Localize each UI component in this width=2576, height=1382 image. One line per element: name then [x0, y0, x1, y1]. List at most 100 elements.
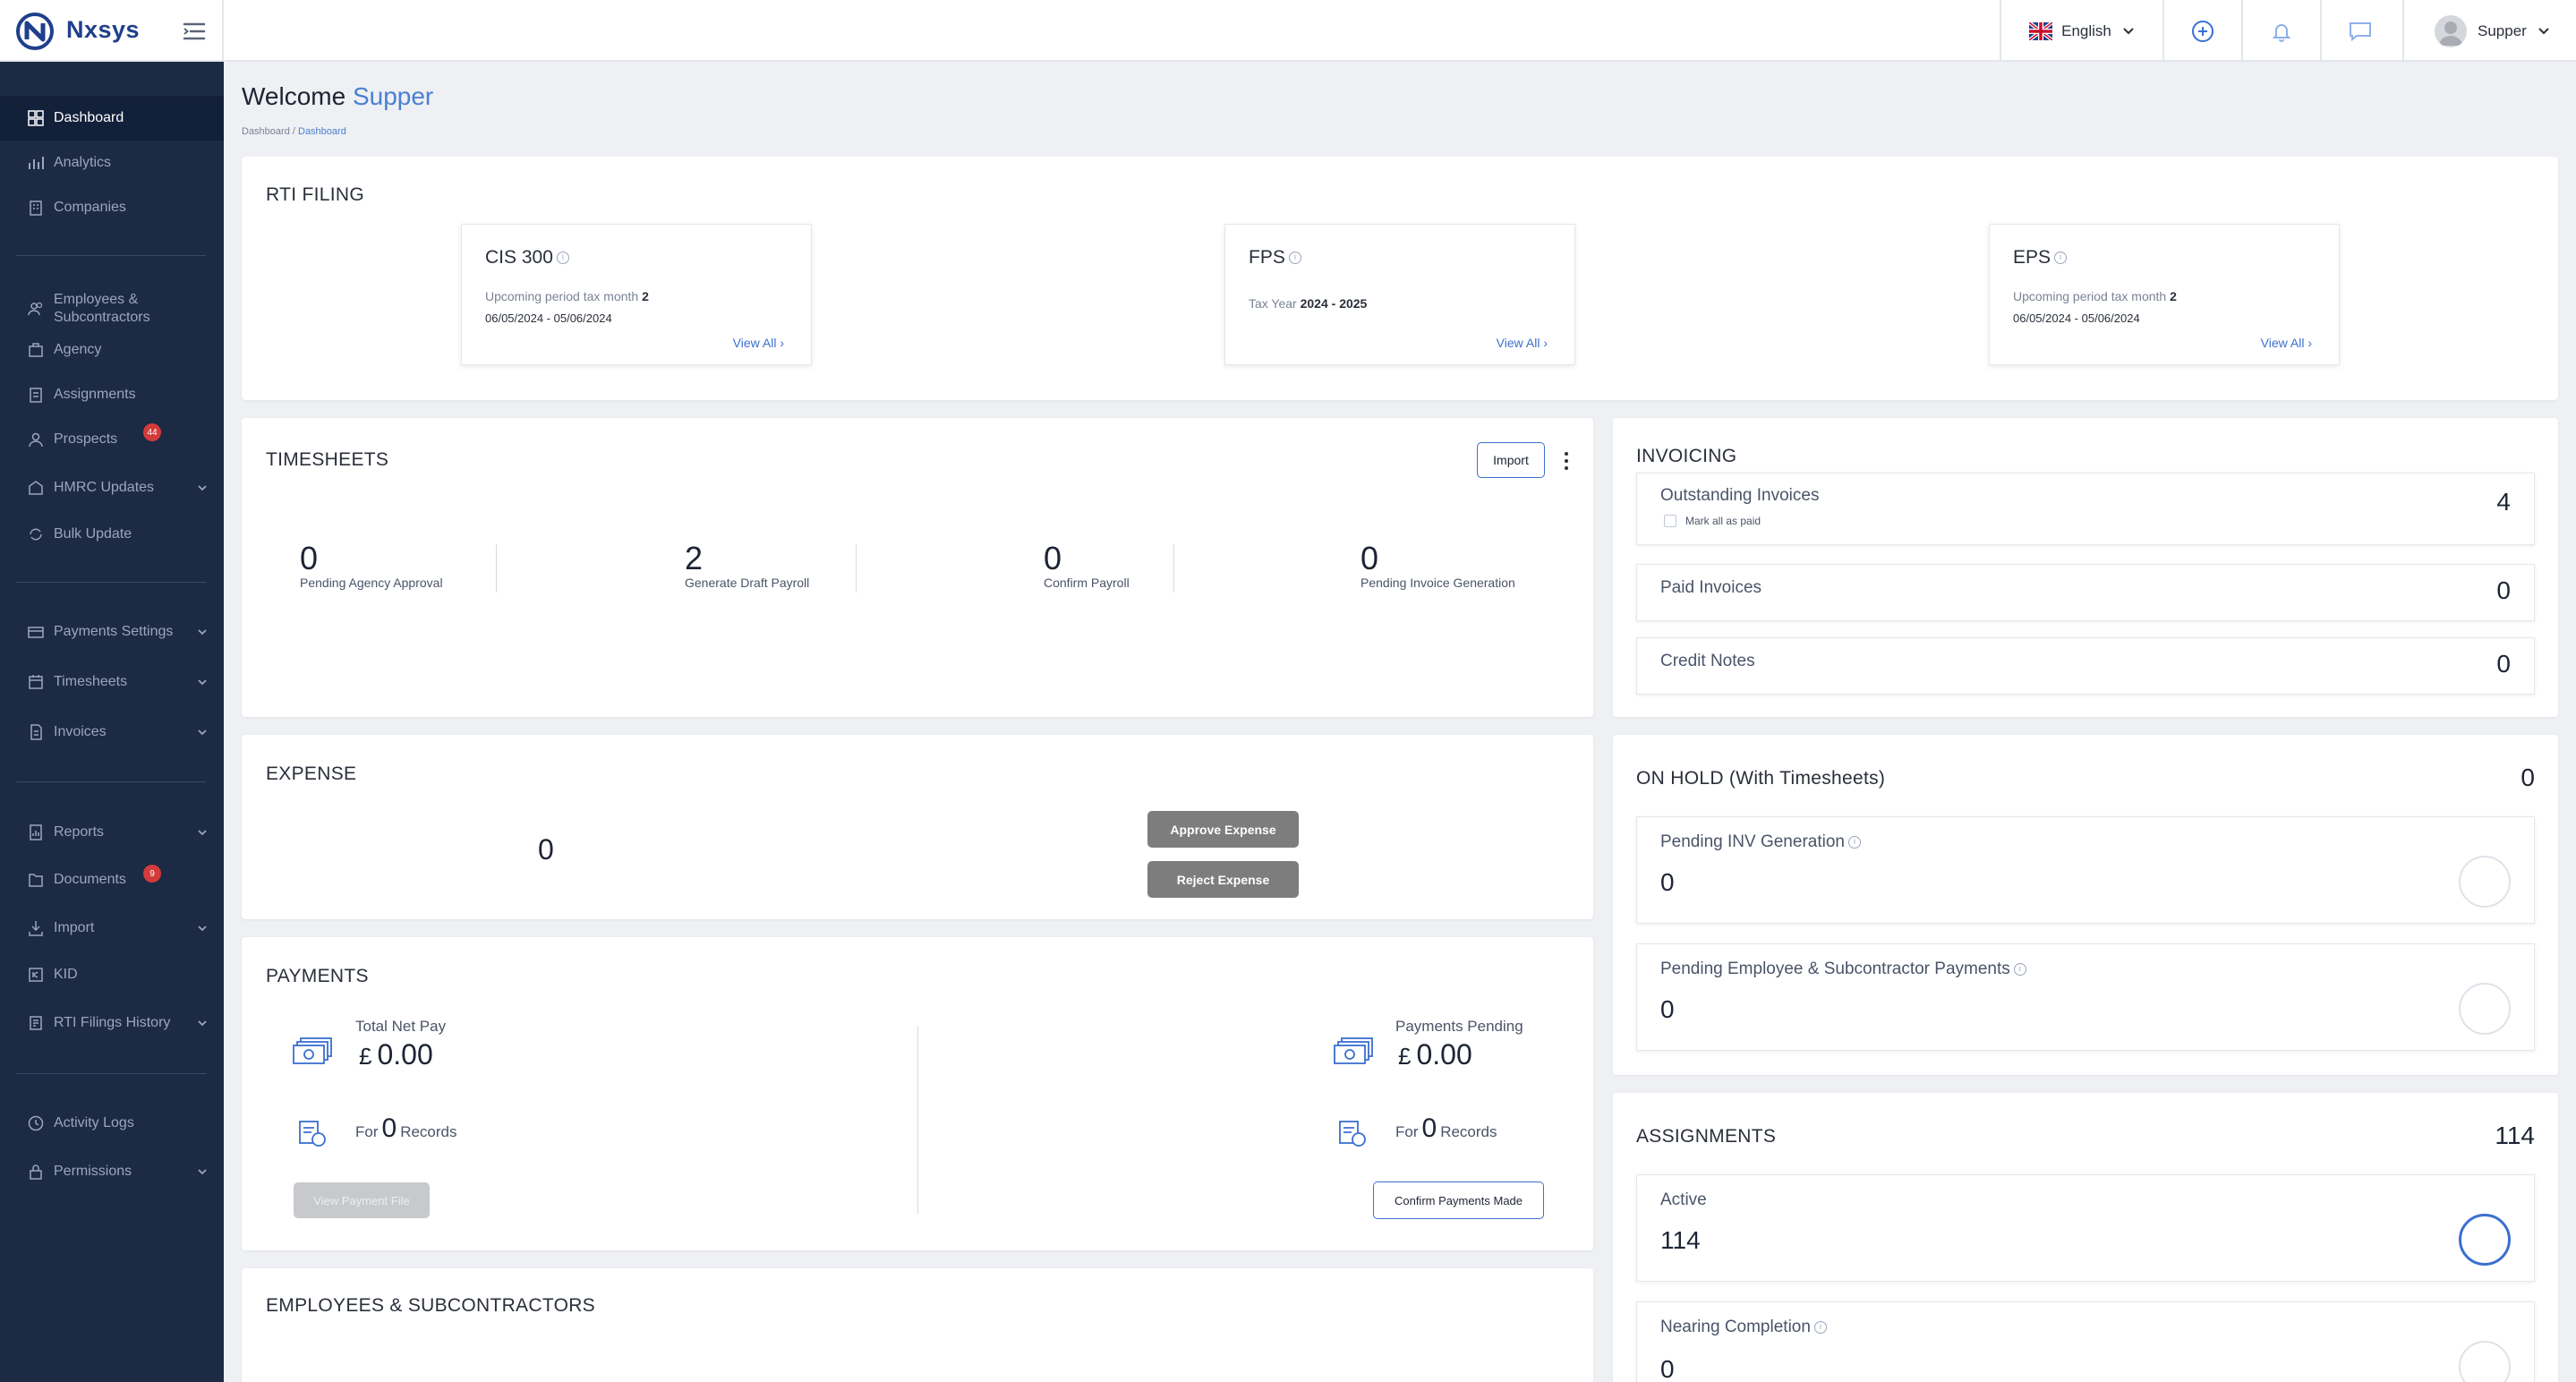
chevron-down-icon — [198, 1169, 207, 1175]
bulk-update-icon — [30, 528, 42, 541]
progress-ring — [2459, 1341, 2511, 1382]
card-title: RTI FILING — [266, 184, 364, 205]
credit-notes-count: 0 — [2496, 650, 2511, 678]
sidebar-item-analytics[interactable]: Analytics — [0, 141, 224, 185]
sidebar-item-label: Agency — [54, 342, 102, 357]
paid-invoices-row[interactable]: Paid Invoices 0 — [1636, 564, 2535, 621]
rti-box-subtitle: Upcoming period tax month 2 — [2013, 289, 2177, 303]
sidebar-item-dashboard[interactable]: Dashboard — [0, 96, 224, 141]
stat-generate-draft-payroll[interactable]: 2 Generate Draft Payroll — [685, 540, 809, 590]
sidebar-item-label: Reports — [54, 824, 105, 840]
nearing-completion-row[interactable]: Nearing Completion i 0 — [1636, 1301, 2535, 1382]
rti-box-subtitle: Tax Year 2024 - 2025 — [1249, 296, 1368, 311]
app-name[interactable]: Nxsys — [66, 16, 140, 44]
view-payment-file-button[interactable]: View Payment File — [294, 1182, 430, 1218]
page-title: Welcome Supper — [242, 82, 434, 110]
divider — [496, 544, 497, 593]
sidebar-item-companies[interactable]: Companies — [0, 185, 224, 230]
sidebar-item-payments-settings[interactable]: Payments Settings — [0, 610, 224, 654]
rti-box-title: EPS i — [2013, 247, 2068, 269]
stat-pending-invoice-generation[interactable]: 0 Pending Invoice Generation — [1361, 540, 1515, 590]
progress-ring — [2459, 983, 2511, 1035]
sidebar-item-activity-logs[interactable]: Activity Logs — [0, 1101, 224, 1146]
sidebar-item-rti-filings-history[interactable]: RTI Filings History — [0, 1001, 224, 1045]
active-assignments-row[interactable]: Active 114 — [1636, 1174, 2535, 1282]
credit-notes-row[interactable]: Credit Notes 0 — [1636, 637, 2535, 695]
paid-invoices-count: 0 — [2496, 576, 2511, 604]
sidebar-item-label: Bulk Update — [54, 526, 132, 542]
chevron-down-icon — [2123, 27, 2134, 34]
pending-employee-payments-count: 0 — [1660, 995, 1675, 1023]
sidebar-item-bulk-update[interactable]: Bulk Update — [0, 512, 224, 557]
active-assignments-count: 114 — [1660, 1226, 1701, 1254]
add-button[interactable] — [2162, 0, 2241, 62]
mark-all-paid[interactable]: Mark all as paid — [1664, 515, 1761, 527]
avatar — [2435, 14, 2467, 47]
sidebar-item-hmrc-updates[interactable]: HMRC Updates — [0, 465, 224, 510]
sidebar-item-reports[interactable]: Reports — [0, 810, 224, 855]
cash-icon — [293, 1037, 332, 1064]
expense-count: 0 — [538, 833, 554, 866]
payments-pending-label: Payments Pending — [1395, 1018, 1523, 1035]
card-title: PAYMENTS — [266, 966, 369, 986]
messages-button[interactable] — [2320, 0, 2399, 62]
user-menu[interactable]: Supper — [2402, 0, 2576, 62]
sidebar-item-invoices[interactable]: Invoices — [0, 710, 224, 755]
sidebar-item-documents[interactable]: Documents — [0, 857, 224, 902]
reject-expense-button[interactable]: Reject Expense — [1147, 861, 1299, 898]
stat-confirm-payroll[interactable]: 0 Confirm Payroll — [1044, 540, 1130, 590]
view-all-link[interactable]: View All › — [733, 336, 784, 350]
breadcrumb-root[interactable]: Dashboard — [242, 126, 290, 137]
view-all-link[interactable]: View All › — [1497, 336, 1548, 350]
rti-box-dates: 06/05/2024 - 05/06/2024 — [2013, 311, 2140, 325]
import-button[interactable]: Import — [1477, 442, 1545, 478]
info-icon[interactable]: i — [1813, 1320, 1827, 1334]
users-icon — [28, 302, 43, 316]
sidebar-item-prospects[interactable]: Prospects — [0, 417, 224, 462]
stat-pending-agency-approval[interactable]: 0 Pending Agency Approval — [300, 540, 443, 590]
more-vertical-icon[interactable] — [1561, 450, 1572, 472]
approve-expense-button[interactable]: Approve Expense — [1147, 811, 1299, 848]
progress-ring — [2459, 856, 2511, 908]
outstanding-invoices-row[interactable]: Outstanding Invoices 4 Mark all as paid — [1636, 473, 2535, 545]
records-icon — [1339, 1121, 1366, 1147]
pending-employee-payments-row[interactable]: Pending Employee & Subcontractor Payment… — [1636, 943, 2535, 1051]
pending-inv-generation-row[interactable]: Pending INV Generation i 0 — [1636, 816, 2535, 924]
info-icon[interactable]: i — [556, 252, 569, 265]
bell-icon — [2272, 23, 2291, 42]
info-icon[interactable]: i — [1847, 835, 1861, 849]
language-selector[interactable]: English — [2000, 0, 2162, 62]
agency-icon — [29, 343, 43, 357]
chevron-down-icon — [198, 485, 207, 491]
nxsys-logo-icon[interactable] — [16, 13, 54, 50]
card-title: EMPLOYEES & SUBCONTRACTORS — [266, 1295, 595, 1316]
sidebar-item-label: Dashboard — [54, 110, 124, 125]
info-icon[interactable]: i — [2054, 252, 2068, 265]
logo-area: Nxsys — [0, 0, 224, 62]
sidebar-item-permissions[interactable]: Permissions — [0, 1149, 224, 1194]
info-icon[interactable]: i — [2013, 962, 2026, 976]
info-icon[interactable]: i — [1288, 252, 1301, 265]
sidebar-item-label: Companies — [54, 200, 126, 215]
language-label: English — [2061, 21, 2111, 39]
divider — [1173, 544, 1174, 593]
sidebar-item-timesheets[interactable]: Timesheets — [0, 660, 224, 704]
chevron-right-icon: › — [1543, 336, 1548, 350]
prospects-badge: 44 — [143, 423, 161, 441]
sidebar-item-agency[interactable]: Agency — [0, 328, 224, 372]
sidebar: Dashboard Analytics Companies Employees … — [0, 62, 224, 1382]
confirm-payments-made-button[interactable]: Confirm Payments Made — [1373, 1182, 1544, 1219]
breadcrumb: Dashboard / Dashboard — [242, 126, 346, 137]
sidebar-item-kid[interactable]: KID — [0, 952, 224, 997]
payments-pending-value: £0.00 — [1398, 1038, 1472, 1071]
progress-ring — [2459, 1214, 2511, 1266]
pending-inv-generation-count: 0 — [1660, 868, 1675, 896]
sidebar-divider — [16, 582, 206, 583]
documents-icon — [29, 874, 43, 887]
mark-all-paid-checkbox[interactable] — [1664, 515, 1676, 527]
notifications-button[interactable] — [2241, 0, 2320, 62]
sidebar-item-assignments[interactable]: Assignments — [0, 372, 224, 417]
sidebar-item-import[interactable]: Import — [0, 906, 224, 951]
menu-toggle-icon[interactable] — [179, 16, 209, 47]
view-all-link[interactable]: View All › — [2261, 336, 2312, 350]
